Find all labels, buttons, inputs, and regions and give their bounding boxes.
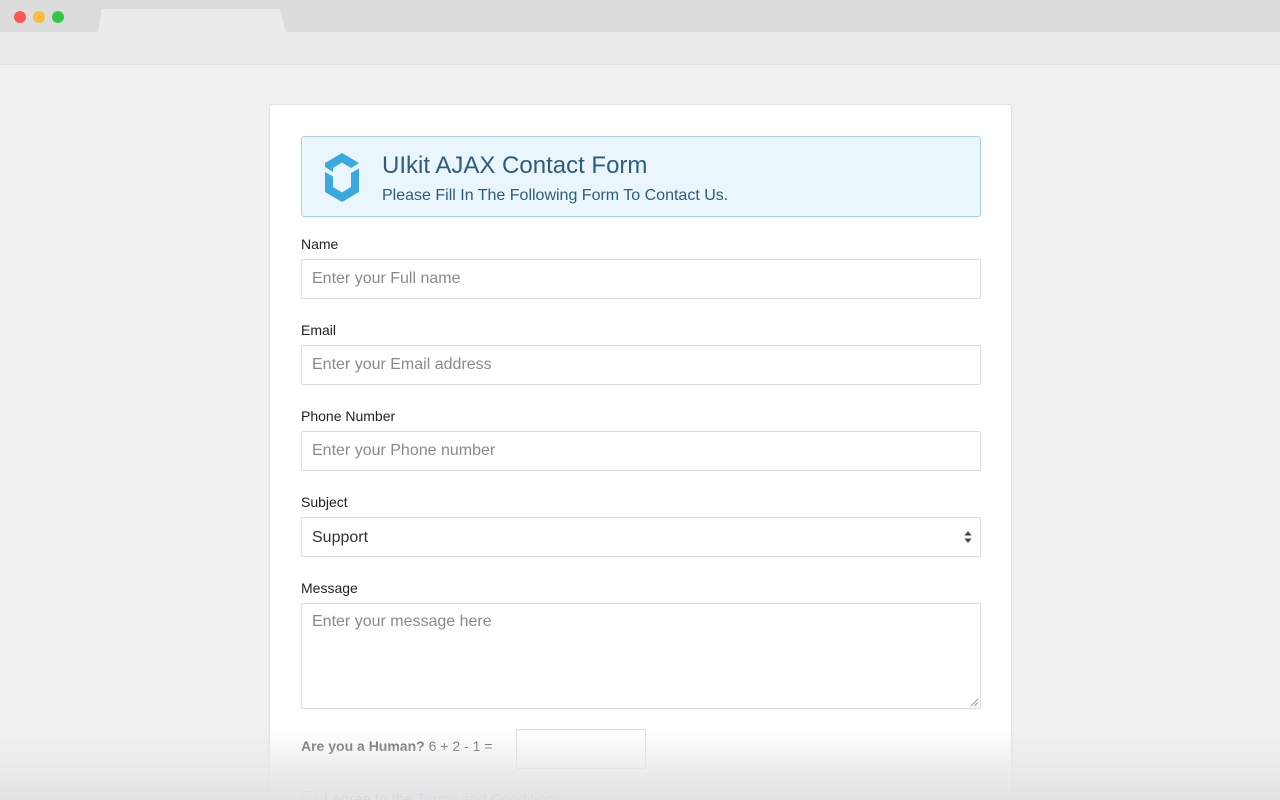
captcha-equation: 6 + 2 - 1 = — [428, 738, 493, 754]
email-label: Email — [301, 322, 337, 338]
terms-agreement: I agree to the Terms and Conditions — [301, 791, 562, 800]
email-input[interactable] — [301, 345, 981, 385]
terms-link[interactable]: Terms and Conditions — [416, 791, 561, 800]
close-window-button[interactable] — [14, 11, 26, 23]
phone-label: Phone Number — [301, 408, 396, 424]
maximize-window-button[interactable] — [52, 11, 64, 23]
message-textarea[interactable] — [301, 603, 981, 709]
terms-checkbox[interactable] — [301, 791, 316, 800]
subject-select[interactable]: Support — [301, 517, 981, 557]
name-input[interactable] — [301, 259, 981, 299]
browser-titlebar — [0, 0, 1280, 32]
browser-toolbar — [0, 32, 1280, 65]
uikit-logo-icon — [325, 153, 359, 202]
terms-agree-text: I agree to the — [324, 791, 413, 800]
resize-grip-icon[interactable] — [970, 698, 979, 707]
contact-form-card: UIkit AJAX Contact Form Please Fill In T… — [269, 104, 1012, 800]
captcha-prompt: Are you a Human? — [301, 738, 425, 754]
subject-label: Subject — [301, 494, 348, 510]
message-label: Message — [301, 580, 358, 596]
subject-selected-value: Support — [312, 529, 369, 546]
minimize-window-button[interactable] — [33, 11, 45, 23]
browser-tab[interactable] — [98, 9, 286, 32]
form-header: UIkit AJAX Contact Form Please Fill In T… — [301, 136, 981, 217]
captcha-question: Are you a Human? 6 + 2 - 1 = — [301, 738, 492, 754]
name-label: Name — [301, 236, 339, 252]
page-viewport: UIkit AJAX Contact Form Please Fill In T… — [0, 65, 1280, 800]
captcha-answer-input[interactable] — [516, 729, 646, 769]
phone-input[interactable] — [301, 431, 981, 471]
form-subtitle: Please Fill In The Following Form To Con… — [382, 187, 729, 204]
form-title: UIkit AJAX Contact Form — [382, 152, 648, 179]
select-arrows-icon — [964, 531, 972, 543]
